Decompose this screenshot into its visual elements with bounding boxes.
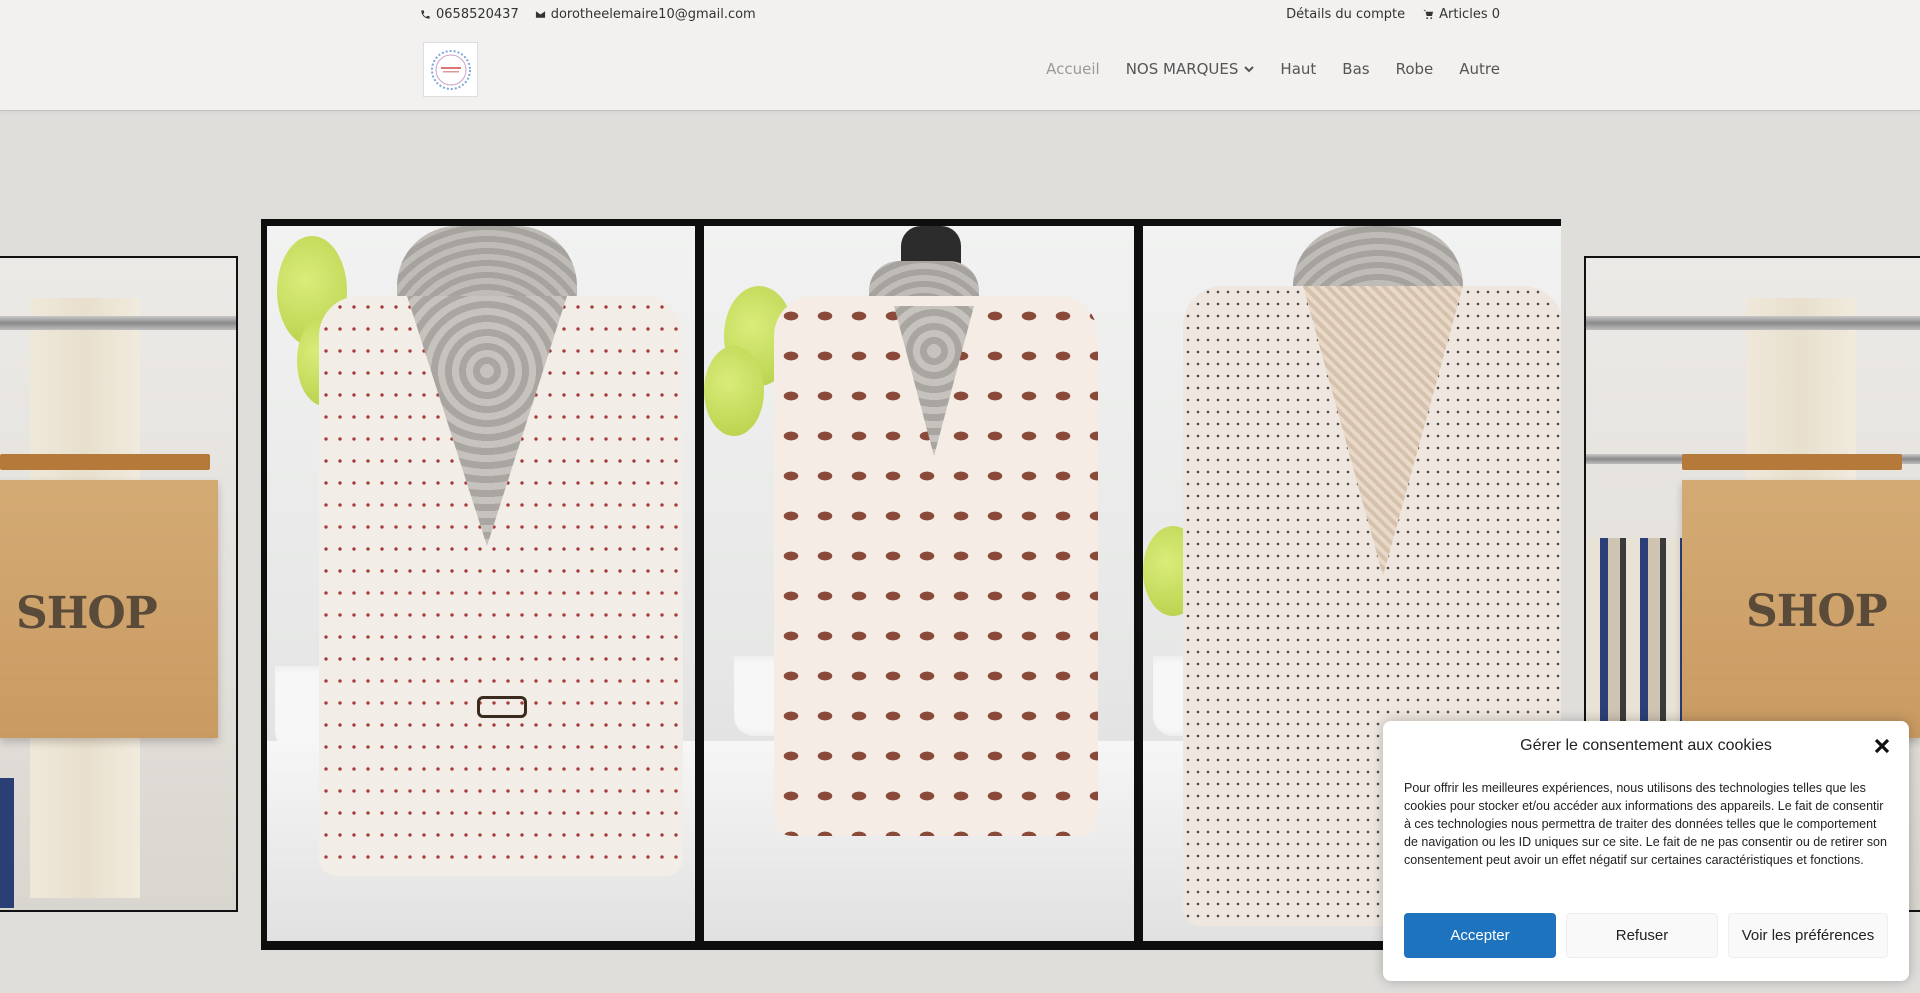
cart-icon [1423,9,1434,20]
bag-shop-text: SHOP [16,588,158,639]
nav-item-robe[interactable]: Robe [1396,60,1434,78]
cart-link[interactable]: Articles 0 [1423,7,1500,22]
contact-info: 0658520437 dorotheelemaire10@gmail.com [420,7,756,22]
email-link[interactable]: dorotheelemaire10@gmail.com [535,7,756,22]
cookie-consent-dialog: Gérer le consentement aux cookies Pour o… [1383,721,1909,981]
clothes-rail [1586,316,1920,330]
logo-emblem [430,49,471,90]
main-nav: Accueil NOS MARQUES Haut Bas Robe Autre [1046,60,1500,78]
accept-button[interactable]: Accepter [1404,913,1556,958]
clothes-rail [0,316,236,330]
chevron-down-icon [1244,66,1255,73]
account-links: Détails du compte Articles 0 [1286,7,1500,22]
refuse-button[interactable]: Refuser [1566,913,1718,958]
site-logo[interactable] [423,42,478,97]
nav-item-bas[interactable]: Bas [1342,60,1369,78]
hanger [1682,454,1902,470]
close-icon [1874,738,1890,754]
phone-icon [421,10,430,19]
account-details-link[interactable]: Détails du compte [1286,7,1405,22]
nav-label: Robe [1395,60,1434,78]
nav-label: Haut [1280,60,1317,78]
cookie-dialog-title: Gérer le consentement aux cookies [1520,737,1772,754]
cart-count: Articles 0 [1439,7,1500,22]
envelope-icon [535,11,545,18]
nav-item-nos-marques[interactable]: NOS MARQUES [1126,60,1255,78]
nav-label: Autre [1459,60,1500,78]
belt-buckle [477,696,527,718]
nav-item-haut[interactable]: Haut [1280,60,1316,78]
nav-label: Bas [1342,60,1370,78]
preferences-button[interactable]: Voir les préférences [1728,913,1888,958]
cookie-dialog-text: Pour offrir les meilleures expériences, … [1404,781,1887,867]
bag-shop-text: SHOP [1746,586,1888,637]
top-bar: 0658520437 dorotheelemaire10@gmail.com D… [0,0,1920,30]
nav-item-accueil[interactable]: Accueil [1046,60,1100,78]
nav-label: Accueil [1046,60,1100,78]
clothing-item [0,778,14,908]
close-button[interactable] [1873,737,1891,755]
carousel-current-slide[interactable] [261,219,1561,950]
orchid-plant [704,346,764,436]
product-photo-2 [704,226,1134,941]
hanger [0,454,210,470]
nav-label: NOS MARQUES [1125,60,1239,78]
email-address: dorotheelemaire10@gmail.com [550,7,756,22]
product-photo-1 [267,226,695,941]
main-header: Accueil NOS MARQUES Haut Bas Robe Autre [0,30,1920,110]
nav-item-autre[interactable]: Autre [1459,60,1500,78]
carousel-prev-slide[interactable]: SHOP [0,258,236,910]
phone-number: 0658520437 [436,7,519,22]
phone-link[interactable]: 0658520437 [420,7,519,22]
